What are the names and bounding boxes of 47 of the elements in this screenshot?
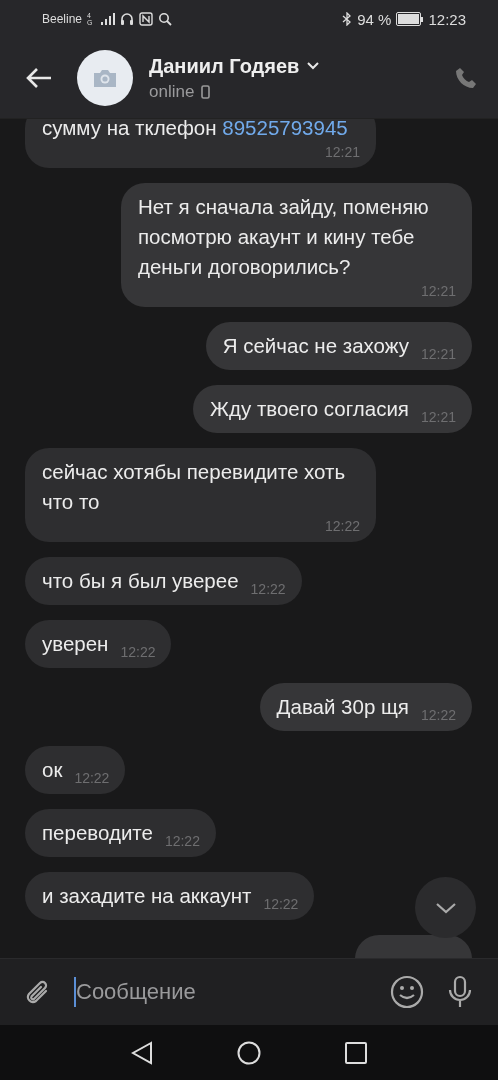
phone-link[interactable]: 89525793945 (222, 118, 348, 139)
message-text: Давай 30р щя (276, 694, 409, 720)
phone-icon[interactable] (454, 66, 478, 90)
bluetooth-icon (342, 12, 353, 26)
microphone-icon[interactable] (446, 975, 474, 1009)
headphones-icon (120, 12, 135, 26)
message-text: Нет я сначала зайду, поменяю посмотрю акаунт и кину тебе деньги договорились? (138, 194, 430, 280)
message-time: 12:22 (74, 769, 110, 787)
nfc-icon (139, 12, 154, 26)
message-time: 12:21 (420, 282, 456, 300)
carrier-name: Beeline (42, 12, 83, 26)
message-time: 12:22 (420, 706, 456, 724)
message-text: Жду твоего согласия (210, 396, 409, 422)
back-triangle-icon[interactable] (131, 1040, 153, 1065)
message-time: 12:22 (324, 517, 360, 535)
message-text: сумму на тклефон 89525793945 (42, 118, 348, 141)
message-text: что бы я был уверее (42, 568, 239, 594)
message-time: 12:22 (164, 832, 200, 850)
online-status: online (149, 81, 195, 102)
battery-icon (396, 12, 424, 26)
search-icon (158, 12, 173, 26)
message-text: и захадите на аккаунт (42, 883, 252, 909)
message-text: ок (42, 757, 63, 783)
message-time: 12:22 (250, 580, 286, 598)
battery-percent: 94 % (357, 10, 392, 28)
contact-name[interactable]: Даниил Годяев (149, 54, 300, 78)
back-arrow-icon[interactable] (25, 66, 53, 90)
camera-icon (92, 68, 118, 88)
message-time: 12:21 (420, 408, 456, 426)
chevron-down-icon[interactable] (307, 62, 320, 70)
phone-device-icon (201, 84, 211, 99)
message-text: переводите (42, 820, 153, 846)
message-time: 12:22 (120, 643, 156, 661)
message-time: 12:21 (324, 143, 360, 161)
emoji-icon[interactable] (390, 975, 424, 1009)
message-text: уверен (42, 631, 109, 657)
message-text: сейчас хотябы перевидите хоть что то (42, 459, 347, 515)
message-text: Я сейчас не захожу (222, 333, 409, 359)
signal-icon (101, 13, 116, 25)
chevron-down-icon (434, 901, 457, 914)
recents-square-icon[interactable] (345, 1041, 367, 1064)
text-cursor (74, 977, 76, 1007)
clock: 12:23 (428, 10, 466, 28)
message-time: 12:22 (263, 895, 299, 913)
avatar[interactable] (77, 50, 133, 106)
home-circle-icon[interactable] (237, 1040, 261, 1065)
message-time: 12:21 (420, 345, 456, 363)
